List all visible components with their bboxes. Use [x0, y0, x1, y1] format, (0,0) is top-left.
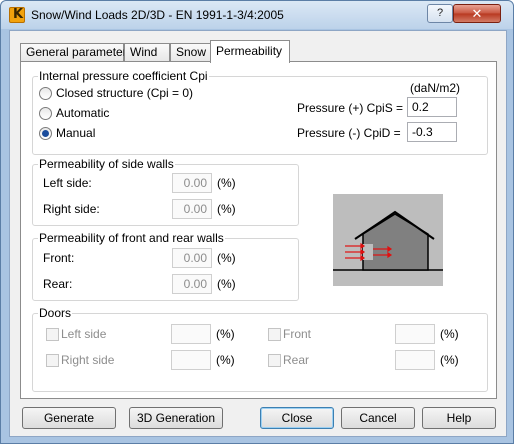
- closed-structure-radio[interactable]: [39, 87, 52, 100]
- help-title-button[interactable]: ?: [427, 4, 453, 23]
- right-side-input[interactable]: 0.00: [172, 199, 212, 219]
- help-button[interactable]: Help: [422, 407, 496, 429]
- tab-wind[interactable]: Wind: [124, 43, 170, 62]
- pressure-minus-input[interactable]: -0.3: [407, 122, 457, 142]
- tab-snow[interactable]: Snow: [170, 43, 212, 62]
- door-left-side-label: Left side: [61, 327, 107, 341]
- pressure-plus-input[interactable]: 0.2: [407, 97, 457, 117]
- app-logo-icon: [9, 7, 25, 23]
- left-side-input[interactable]: 0.00: [172, 173, 212, 193]
- rear-unit: (%): [217, 277, 236, 291]
- pressure-plus-label: Pressure (+) CpiS =: [297, 101, 404, 115]
- manual-label[interactable]: Manual: [56, 126, 95, 140]
- door-front-label: Front: [283, 327, 312, 341]
- door-front-unit: (%): [440, 327, 459, 341]
- dialog-window: Snow/Wind Loads 2D/3D - EN 1991-1-3/4:20…: [0, 0, 514, 444]
- front-unit: (%): [217, 251, 236, 265]
- front-input[interactable]: 0.00: [172, 248, 212, 268]
- right-side-unit: (%): [217, 202, 236, 216]
- window-title: Snow/Wind Loads 2D/3D - EN 1991-1-3/4:20…: [31, 8, 284, 22]
- dialog-client: General parameters Wind Snow Permeabilit…: [9, 30, 507, 437]
- door-left-side-checkbox[interactable]: [46, 328, 59, 341]
- door-rear-label: Rear: [283, 353, 310, 367]
- pressure-minus-label: Pressure (-) CpiD =: [297, 126, 401, 140]
- rear-label: Rear:: [43, 277, 73, 291]
- cancel-button[interactable]: Cancel: [341, 407, 415, 429]
- close-window-button[interactable]: ✕: [453, 4, 501, 23]
- front-label: Front:: [43, 251, 75, 265]
- 3d-generation-button[interactable]: 3D Generation: [129, 407, 223, 429]
- automatic-label[interactable]: Automatic: [56, 106, 109, 120]
- side-walls-group-label: Permeability of side walls: [38, 157, 175, 171]
- internal-pressure-group-label: Internal pressure coefficient Cpi: [38, 69, 209, 83]
- door-front-checkbox[interactable]: [268, 328, 281, 341]
- automatic-radio[interactable]: [39, 107, 52, 120]
- door-rear-checkbox[interactable]: [268, 354, 281, 367]
- internal-pressure-group: Internal pressure coefficient Cpi (daN/m…: [32, 69, 488, 155]
- door-right-side-input[interactable]: [171, 350, 211, 370]
- front-rear-group-label: Permeability of front and rear walls: [38, 231, 225, 245]
- door-left-side-input[interactable]: [171, 324, 211, 344]
- title-bar[interactable]: Snow/Wind Loads 2D/3D - EN 1991-1-3/4:20…: [1, 1, 513, 29]
- door-right-side-label: Right side: [61, 353, 115, 367]
- tab-general-parameters[interactable]: General parameters: [20, 43, 133, 62]
- manual-radio[interactable]: [39, 127, 52, 140]
- pressure-unit-label: (daN/m2): [410, 81, 461, 95]
- door-right-side-unit: (%): [216, 353, 235, 367]
- generate-button[interactable]: Generate: [22, 407, 116, 429]
- right-side-label: Right side:: [43, 202, 100, 216]
- door-rear-input[interactable]: [395, 350, 435, 370]
- permeability-panel: Internal pressure coefficient Cpi (daN/m…: [20, 61, 497, 399]
- door-front-input[interactable]: [395, 324, 435, 344]
- left-side-unit: (%): [217, 176, 236, 190]
- door-left-side-unit: (%): [216, 327, 235, 341]
- rear-input[interactable]: 0.00: [172, 274, 212, 294]
- left-side-label: Left side:: [43, 176, 92, 190]
- door-right-side-checkbox[interactable]: [46, 354, 59, 367]
- closed-structure-label[interactable]: Closed structure (Cpi = 0): [56, 86, 193, 100]
- door-rear-unit: (%): [440, 353, 459, 367]
- doors-group-label: Doors: [38, 306, 73, 320]
- side-walls-group: Permeability of side walls Left side: 0.…: [32, 157, 299, 226]
- doors-group: Doors Left side (%) Right side (%) Front…: [32, 306, 488, 392]
- close-button[interactable]: Close: [260, 407, 334, 429]
- tab-permeability[interactable]: Permeability: [210, 40, 290, 63]
- front-rear-group: Permeability of front and rear walls Fro…: [32, 231, 299, 301]
- building-permeability-illustration: [333, 194, 443, 286]
